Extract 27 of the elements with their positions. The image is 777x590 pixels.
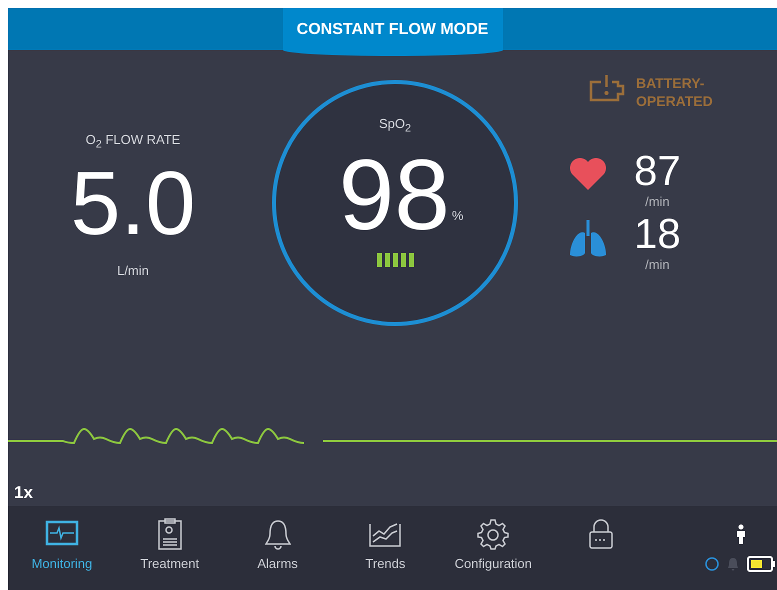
mode-title: CONSTANT FLOW MODE xyxy=(282,8,502,56)
flow-label: O$_{2}$ FLOW RATE xyxy=(86,132,180,151)
spo2-unit: % xyxy=(452,208,464,223)
circle-icon xyxy=(704,557,719,571)
nav-tab[interactable]: Monitoring xyxy=(8,518,116,578)
spo2-label: SpO$_{2}$ xyxy=(378,116,412,135)
nav-tab[interactable]: Alarms xyxy=(224,518,332,578)
vital-unit: /min xyxy=(645,257,670,272)
flow-unit: L/min xyxy=(117,262,149,278)
sweep-speed: 1x xyxy=(14,483,33,503)
vital-value: 18 xyxy=(634,213,681,255)
gear-icon xyxy=(476,518,510,550)
person-icon xyxy=(736,524,746,544)
vital-unit: /min xyxy=(645,194,670,209)
bell-icon xyxy=(726,557,739,571)
nav-tab[interactable]: Trends xyxy=(331,518,440,578)
nav-tab[interactable]: Treatment xyxy=(116,518,224,578)
spo2-value: 98 xyxy=(338,144,450,245)
vital-value: 87 xyxy=(634,150,681,192)
nav-tab[interactable]: Configuration xyxy=(439,518,548,578)
battery-warning-icon xyxy=(588,74,626,104)
flow-value: 5.0 xyxy=(70,158,196,249)
battery-warning-text: BATTERY- OPERATED xyxy=(636,74,713,110)
heart-icon xyxy=(568,156,608,192)
battery-icon xyxy=(746,556,777,572)
signal-bars-icon xyxy=(376,252,414,267)
lungs-icon xyxy=(568,219,608,259)
